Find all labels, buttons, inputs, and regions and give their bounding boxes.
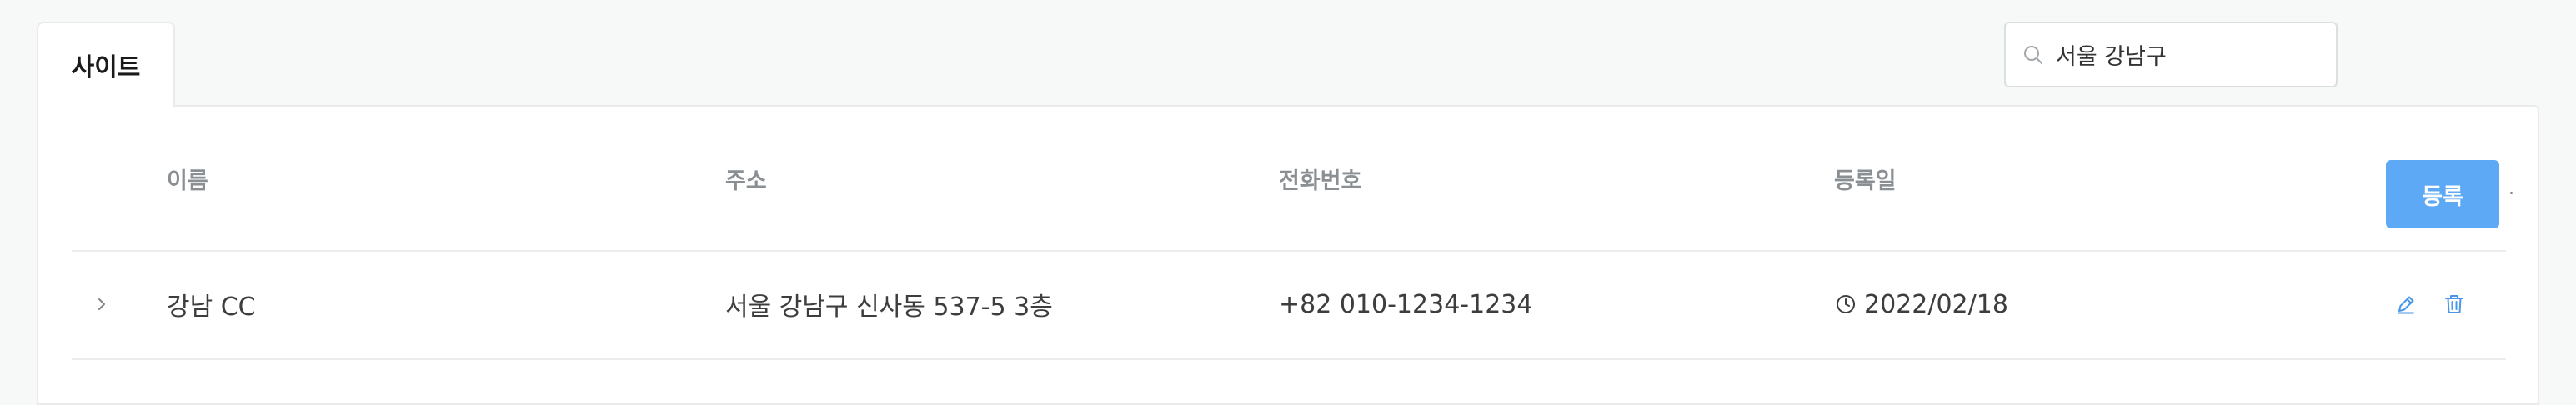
column-header-name: 이름 bbox=[167, 168, 208, 194]
site-phone: +82 010-1234-1234 bbox=[1279, 289, 1533, 319]
column-header-registered: 등록일 bbox=[1834, 168, 1897, 194]
table-row[interactable]: 강남 CC 서울 강남구 신사동 537-5 3층 +82 010-1234-1… bbox=[72, 250, 2506, 360]
trash-icon[interactable] bbox=[2441, 291, 2468, 318]
column-header-address: 주소 bbox=[725, 168, 767, 194]
column-header-phone: 전화번호 bbox=[1279, 168, 1362, 194]
site-address: 서울 강남구 신사동 537-5 3층 bbox=[725, 292, 1053, 322]
row-actions bbox=[2393, 250, 2468, 358]
search-input[interactable] bbox=[2056, 42, 2323, 68]
search-box[interactable] bbox=[2004, 22, 2338, 88]
clock-icon bbox=[1834, 292, 1857, 316]
header-dot bbox=[2510, 192, 2513, 194]
chevron-right-icon[interactable] bbox=[82, 250, 122, 358]
search-icon bbox=[2021, 42, 2046, 68]
edit-icon[interactable] bbox=[2393, 291, 2419, 318]
site-name: 강남 CC bbox=[167, 292, 256, 322]
site-registered-date: 2022/02/18 bbox=[1864, 289, 2008, 319]
tab-site[interactable]: 사이트 bbox=[37, 22, 175, 107]
site-table-panel: 이름 주소 전화번호 등록일 등록 강남 CC 서울 강남구 신사동 537-5… bbox=[37, 105, 2539, 405]
register-button[interactable]: 등록 bbox=[2386, 160, 2499, 228]
site-registered-cell: 2022/02/18 bbox=[1834, 250, 2008, 358]
tab-label: 사이트 bbox=[71, 53, 141, 82]
table-header: 이름 주소 전화번호 등록일 등록 bbox=[72, 107, 2513, 252]
